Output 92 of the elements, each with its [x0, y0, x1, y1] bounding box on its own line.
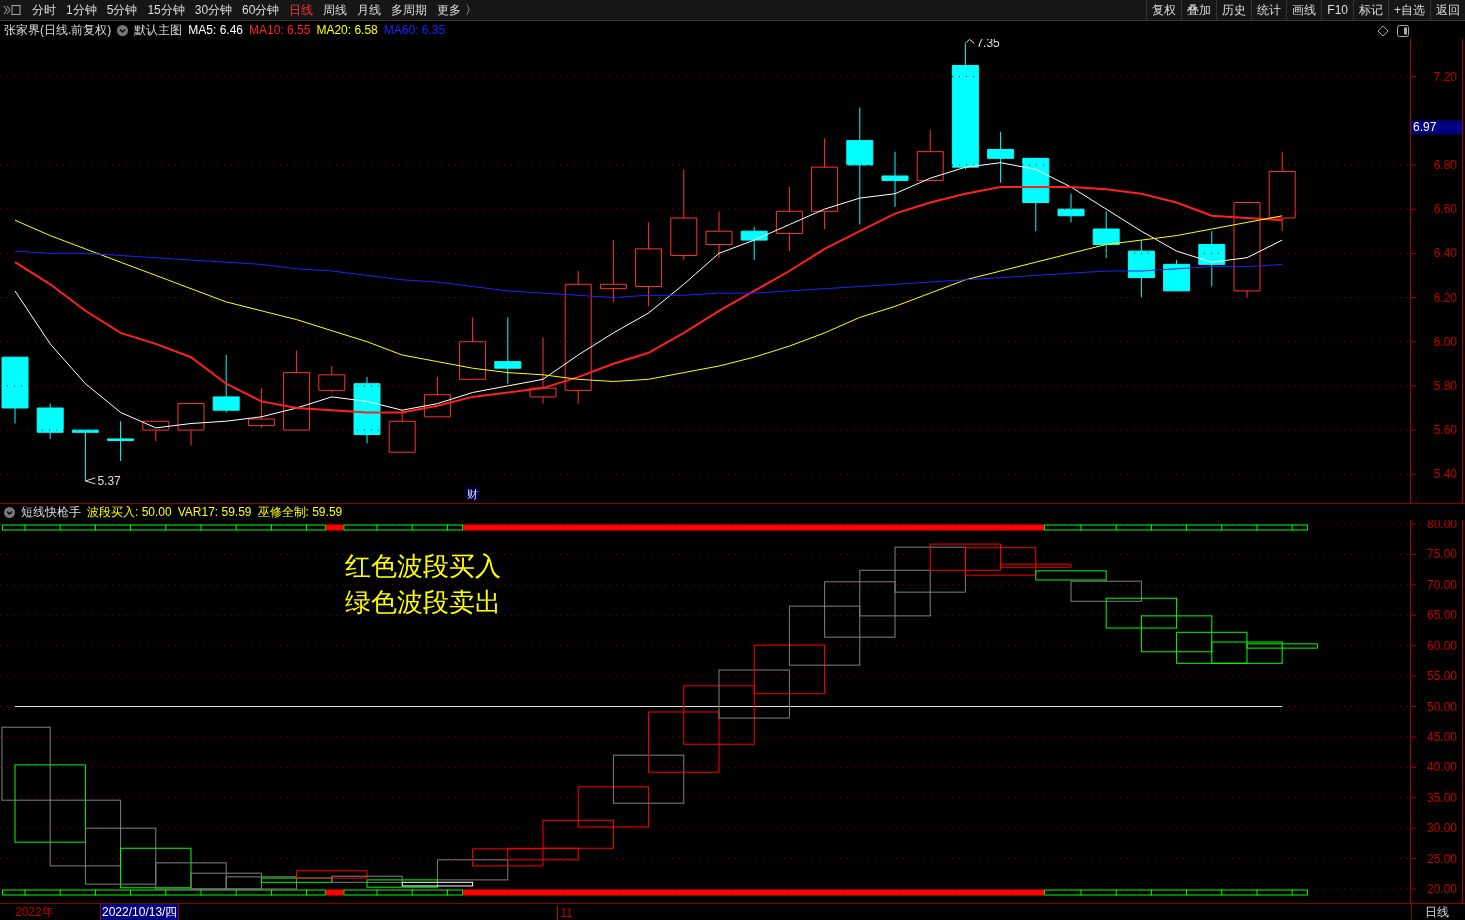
- buy-signal-bar: [325, 889, 344, 896]
- axis-label: 45.00: [1426, 729, 1457, 744]
- wave-box: [683, 685, 755, 745]
- candlestick: [318, 365, 346, 393]
- candlestick: [705, 210, 733, 259]
- wave-box: [648, 711, 720, 773]
- axis-label: 40.00: [1426, 760, 1457, 775]
- period-tab[interactable]: 30分钟: [189, 0, 238, 20]
- axis-label: 6.60: [1433, 202, 1457, 217]
- date-label: 2022/10/13/四: [100, 903, 180, 920]
- axis-label: 7.20: [1433, 69, 1457, 84]
- collapse-icon[interactable]: [3, 4, 21, 16]
- candlestick: [599, 239, 627, 303]
- candlestick: [987, 131, 1015, 184]
- wave-box: [718, 669, 790, 719]
- period-tab[interactable]: 分时: [27, 0, 61, 20]
- period-tab[interactable]: 多周期: [386, 0, 433, 20]
- axis-label: 65.00: [1426, 608, 1457, 623]
- period-tab[interactable]: 60分钟: [237, 0, 285, 20]
- axis-label: 6.80: [1433, 157, 1457, 172]
- period-tab[interactable]: 日线: [284, 0, 319, 20]
- diamond-icon: [1377, 25, 1389, 37]
- axis-label: 6.20: [1433, 290, 1457, 305]
- indicator-value: 巫修全制: 59.59: [257, 503, 343, 521]
- axis-label: 5.80: [1433, 378, 1457, 393]
- candlestick: [459, 316, 487, 380]
- axis-label: 5.60: [1433, 423, 1457, 438]
- axis-label: 20.00: [1426, 882, 1457, 896]
- period-tab[interactable]: 月线: [352, 0, 387, 20]
- candlestick: [881, 151, 909, 208]
- candlestick: [1163, 259, 1191, 292]
- indicator-value: 波段买入: 50.00: [87, 503, 172, 521]
- candlestick: [775, 186, 803, 252]
- candlestick: [36, 403, 64, 440]
- chart-title: 张家界(日线.前复权): [4, 21, 112, 39]
- leader-line: [84, 477, 96, 485]
- buy-signal-bar: [325, 524, 344, 531]
- indicator-name: 短线快枪手: [21, 503, 81, 521]
- axis-label: 50.00: [1426, 699, 1457, 714]
- candlestick: [247, 387, 275, 429]
- axis-label: 5.40: [1433, 467, 1457, 482]
- dropdown-icon[interactable]: [4, 506, 15, 518]
- axis-label: 30.00: [1426, 821, 1457, 836]
- axis-label: 6.40: [1433, 246, 1457, 261]
- candlestick: [212, 354, 240, 413]
- candlestick: [740, 226, 768, 261]
- axis-label: 80.00: [1426, 520, 1457, 531]
- candlestick: [142, 420, 170, 442]
- chart-note: 红色波段买入: [345, 551, 501, 581]
- candlestick: [177, 403, 205, 447]
- axis-label: 60.00: [1426, 638, 1457, 653]
- leader-line: [964, 39, 975, 44]
- axis-label: 75.00: [1426, 547, 1457, 562]
- candlestick: [1, 356, 29, 424]
- candlestick: [494, 316, 522, 385]
- dropdown-icon[interactable]: [117, 24, 129, 36]
- candlestick: [71, 429, 99, 482]
- axis-label: 2022年: [15, 904, 55, 920]
- candlestick: [1057, 193, 1085, 223]
- template-label: 默认主图: [134, 21, 183, 39]
- current-price-label: 6.97: [1411, 120, 1462, 135]
- candlestick: [1092, 210, 1120, 259]
- price-label: 5.37: [97, 473, 121, 488]
- period-tab[interactable]: 1分钟: [61, 0, 102, 20]
- period-label: 日线: [1411, 904, 1462, 920]
- event-marker: 财: [465, 487, 480, 500]
- candlestick: [916, 129, 944, 181]
- axis-label: 11: [560, 905, 573, 920]
- ma-legend: MA5: 6.46: [188, 23, 244, 37]
- price-label: 7.35: [976, 39, 1000, 51]
- period-tab[interactable]: 15分钟: [142, 0, 190, 20]
- chart-note: 绿色波段卖出: [345, 587, 501, 617]
- candlestick: [423, 376, 451, 418]
- wave-box: [824, 581, 896, 638]
- period-tab[interactable]: 5分钟: [101, 0, 143, 20]
- candlestick: [107, 420, 135, 462]
- ma-legend: MA60: 6.35: [383, 23, 446, 37]
- candlestick: [353, 376, 381, 444]
- axis-label: 35.00: [1426, 790, 1457, 805]
- ma-legend: MA20: 6.58: [316, 23, 378, 37]
- period-tab[interactable]: 更多 〉: [432, 0, 482, 20]
- candlestick: [1127, 239, 1155, 298]
- candlestick: [1198, 230, 1226, 287]
- candlestick: [529, 336, 557, 405]
- indicator-value: VAR17: 59.59: [177, 505, 252, 519]
- period-tab[interactable]: 周线: [318, 0, 353, 20]
- axis-label: 25.00: [1426, 851, 1457, 866]
- axis-label: 6.00: [1433, 334, 1457, 349]
- panel-icon: [1397, 25, 1409, 37]
- ma-legend: MA10: 6.55: [249, 23, 311, 37]
- axis-label: 55.00: [1426, 669, 1457, 684]
- axis-label: 70.00: [1426, 577, 1457, 592]
